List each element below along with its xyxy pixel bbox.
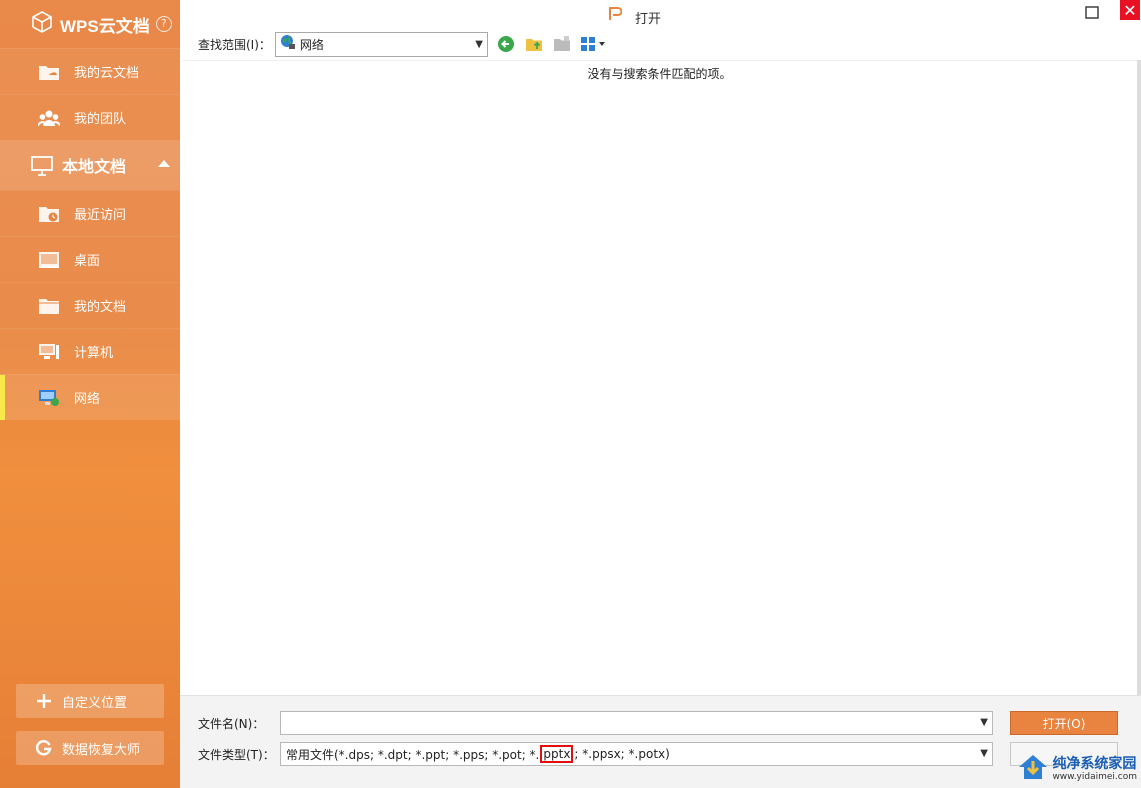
computer-icon [38,343,60,361]
custom-location-button[interactable]: 自定义位置 [16,684,164,718]
back-icon[interactable] [496,34,516,54]
sidebar-item-label: 我的云文档 [74,66,140,81]
brand-title: WPS云文档 [60,16,150,36]
help-icon[interactable]: ? [155,16,172,32]
plus-icon [36,693,52,709]
network-globe-icon [280,34,296,54]
sidebar-item-label: 最近访问 [74,208,127,223]
sidebar-item-label: 我的文档 [74,300,127,315]
sidebar: WPS云文档 ? 我的云文档 我的团队 本地文档 最近访问 桌面 我的文档 计算… [0,0,180,788]
cube-icon [30,10,54,38]
watermark-title: 纯净系统家园 [1052,755,1137,772]
sidebar-item-label: 网络 [74,392,101,407]
network-icon [38,389,60,407]
maximize-button[interactable] [1083,4,1101,22]
section-label: 本地文档 [62,157,127,176]
filetype-label: 文件类型(T)： [198,747,275,762]
sidebar-item-label: 桌面 [74,254,101,269]
open-dialog: 打开 ✕ 查找范围(I)： 网络 ▼ 没有与搜索条件匹配的项。 文件名(N)： … [180,0,1141,788]
folder-icon [38,297,60,315]
data-recovery-label: 数据恢复大师 [62,742,141,758]
chevron-down-icon[interactable]: ▼ [980,717,988,728]
up-folder-icon[interactable] [524,34,544,54]
chevron-down-icon: ▼ [475,38,483,50]
collapse-caret-icon[interactable] [158,160,170,167]
sidebar-header: WPS云文档 ? [0,0,180,48]
lookin-combobox[interactable]: 网络 ▼ [274,31,488,57]
sidebar-item-my-team[interactable]: 我的团队 [0,94,180,140]
empty-message: 没有与搜索条件匹配的项。 [587,67,732,81]
wps-presentation-logo-icon [608,7,623,25]
filetype-select[interactable]: 常用文件(*.dps; *.dpt; *.ppt; *.pps; *.pot; … [280,742,993,766]
filename-input[interactable]: ▼ [280,711,993,735]
new-folder-icon[interactable] [552,34,572,54]
sidebar-item-computer[interactable]: 计算机 [0,328,180,374]
open-button[interactable]: 打开(O) [1010,711,1118,735]
sidebar-item-network[interactable]: 网络 [0,374,180,420]
close-button[interactable]: ✕ [1120,0,1140,20]
recovery-icon [36,740,52,756]
sidebar-item-recent[interactable]: 最近访问 [0,190,180,236]
sidebar-section-local-docs[interactable]: 本地文档 [0,140,180,190]
recent-folder-icon [38,205,60,223]
sidebar-item-my-cloud-docs[interactable]: 我的云文档 [0,48,180,94]
watermark-logo-icon [1018,754,1048,784]
filename-row: 文件名(N)： ▼ [198,711,993,735]
scrollbar[interactable] [1137,60,1141,695]
watermark-url: www.yidaimei.com [1052,771,1137,782]
monitor-icon [30,155,54,176]
cloud-folder-icon [38,63,60,81]
dialog-title: 打开 [635,12,662,27]
filetype-highlight: pptx [540,745,574,763]
sidebar-item-label: 计算机 [74,346,114,361]
sidebar-item-my-docs[interactable]: 我的文档 [0,282,180,328]
data-recovery-button[interactable]: 数据恢复大师 [16,731,164,765]
lookin-value: 网络 [299,37,324,52]
custom-location-label: 自定义位置 [62,695,128,711]
filetype-suffix: ; *.ppsx; *.potx) [574,747,670,761]
sidebar-item-label: 我的团队 [74,112,127,127]
filename-label: 文件名(N)： [198,716,265,731]
team-icon [38,109,60,127]
view-menu-icon[interactable] [580,34,608,54]
filetype-prefix: 常用文件(*.dps; *.dpt; *.ppt; *.pps; *.pot; … [286,747,540,762]
lookin-label: 查找范围(I)： [198,37,271,52]
bottom-panel: 文件名(N)： ▼ 文件类型(T)： 常用文件(*.dps; *.dpt; *.… [180,695,1141,788]
file-list[interactable]: 没有与搜索条件匹配的项。 [182,60,1137,692]
title-bar: 打开 ✕ [180,0,1141,30]
filetype-row: 文件类型(T)： 常用文件(*.dps; *.dpt; *.ppt; *.pps… [198,742,993,766]
lookin-toolbar: 查找范围(I)： 网络 ▼ [198,31,608,57]
watermark: 纯净系统家园 www.yidaimei.com [1018,754,1137,784]
chevron-down-icon[interactable]: ▼ [980,748,988,759]
sidebar-item-desktop[interactable]: 桌面 [0,236,180,282]
desktop-icon [38,251,60,269]
